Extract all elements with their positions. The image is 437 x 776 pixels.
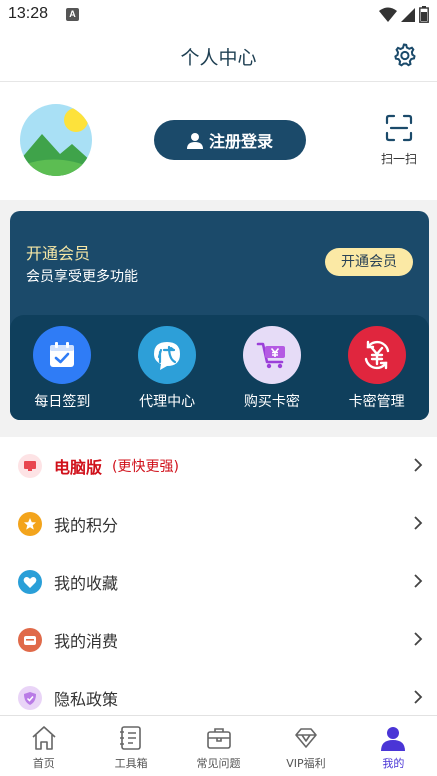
- menu-item-label: 隐私政策: [54, 690, 119, 709]
- chevron-right-icon: [414, 458, 423, 472]
- notebook-icon: [120, 726, 141, 750]
- card-key-management-button[interactable]: 卡密管理: [324, 315, 429, 420]
- scan-label: 扫一扫: [380, 152, 417, 166]
- tab-faq[interactable]: 常见问题: [175, 716, 262, 776]
- briefcase-icon: [206, 728, 231, 749]
- menu-item-points[interactable]: 我的积分: [0, 495, 437, 553]
- menu-item-sub: (更快更强): [112, 459, 179, 475]
- calendar-check-icon: [33, 326, 92, 384]
- heart-icon: [18, 570, 42, 594]
- menu-item-consumption[interactable]: 我的消费: [0, 611, 437, 669]
- login-button-label: 注册登录: [208, 132, 273, 151]
- chevron-right-icon: [414, 632, 423, 646]
- wifi-icon: [379, 7, 397, 22]
- tab-home[interactable]: 首页: [0, 716, 87, 776]
- agent-center-button[interactable]: 代理中心: [115, 315, 220, 420]
- tab-label: 常见问题: [196, 757, 241, 770]
- login-register-button[interactable]: 注册登录: [154, 120, 306, 160]
- menu-item-label: 我的积分: [54, 516, 119, 535]
- vip-action-label: 代理中心: [139, 394, 196, 410]
- vip-action-label: 购买卡密: [243, 394, 300, 410]
- status-time: 13:28: [8, 5, 49, 22]
- chevron-right-icon: [414, 690, 423, 704]
- home-icon: [32, 726, 56, 750]
- profile-section: 注册登录 扫一扫: [0, 82, 437, 200]
- tab-label: 我的: [382, 757, 405, 770]
- settings-button[interactable]: [391, 42, 417, 68]
- menu-item-favorites[interactable]: 我的收藏: [0, 553, 437, 611]
- tab-vip-benefits[interactable]: VIP福利: [262, 716, 349, 776]
- tab-mine[interactable]: 我的: [350, 716, 437, 776]
- diamond-icon: [295, 728, 317, 748]
- tab-label: VIP福利: [286, 757, 326, 770]
- battery-icon: [419, 6, 429, 23]
- chevron-right-icon: [414, 574, 423, 588]
- vip-actions: 每日签到 代理中心 购买卡密 卡密管理: [10, 315, 429, 420]
- daily-checkin-button[interactable]: 每日签到: [10, 315, 115, 420]
- signal-icon: [401, 7, 415, 22]
- tab-label: 工具箱: [114, 757, 148, 770]
- buy-card-key-button[interactable]: 购买卡密: [220, 315, 325, 420]
- menu-list: 电脑版 (更快更强) 我的积分 我的收藏 我的消费 隐私政策: [0, 437, 437, 715]
- shield-icon: [18, 686, 42, 710]
- scan-icon: [385, 114, 413, 142]
- user-icon: [186, 132, 203, 149]
- gear-icon: [394, 43, 416, 67]
- page-title: 个人中心: [180, 47, 257, 69]
- menu-item-privacy-policy[interactable]: 隐私政策: [0, 669, 437, 715]
- star-icon: [18, 512, 42, 536]
- desktop-icon: [18, 454, 42, 478]
- user-icon: [381, 727, 406, 751]
- menu-item-pc-version[interactable]: 电脑版 (更快更强): [0, 437, 437, 495]
- vip-title: 开通会员: [26, 244, 91, 263]
- menu-item-label: 我的消费: [54, 632, 119, 651]
- agent-icon: [138, 326, 197, 384]
- scan-button[interactable]: 扫一扫: [377, 114, 421, 167]
- wallet-icon: [18, 628, 42, 652]
- app-header: 个人中心: [0, 30, 437, 82]
- tab-toolbox[interactable]: 工具箱: [87, 716, 174, 776]
- status-icons: [379, 6, 429, 23]
- vip-card: 开通会员 会员享受更多功能 开通会员 每日签到 代理中心 购买卡密 卡密管理: [10, 211, 429, 420]
- avatar[interactable]: [20, 104, 92, 176]
- open-vip-button[interactable]: 开通会员: [325, 248, 413, 276]
- notification-badge: A: [66, 8, 79, 21]
- menu-item-label: 我的收藏: [54, 574, 119, 593]
- vip-action-label: 每日签到: [34, 394, 91, 410]
- menu-item-label: 电脑版: [54, 458, 103, 477]
- bottom-tab-bar: 首页 工具箱 常见问题 VIP福利 我的: [0, 715, 437, 776]
- yen-refresh-icon: [347, 326, 406, 384]
- vip-subtitle: 会员享受更多功能: [26, 269, 138, 285]
- landscape-avatar-icon: [20, 104, 92, 176]
- tab-label: 首页: [32, 757, 55, 770]
- status-bar: 13:28 A: [0, 0, 437, 30]
- shopping-cart-icon: [242, 326, 301, 384]
- chevron-right-icon: [414, 516, 423, 530]
- vip-action-label: 卡密管理: [348, 394, 405, 410]
